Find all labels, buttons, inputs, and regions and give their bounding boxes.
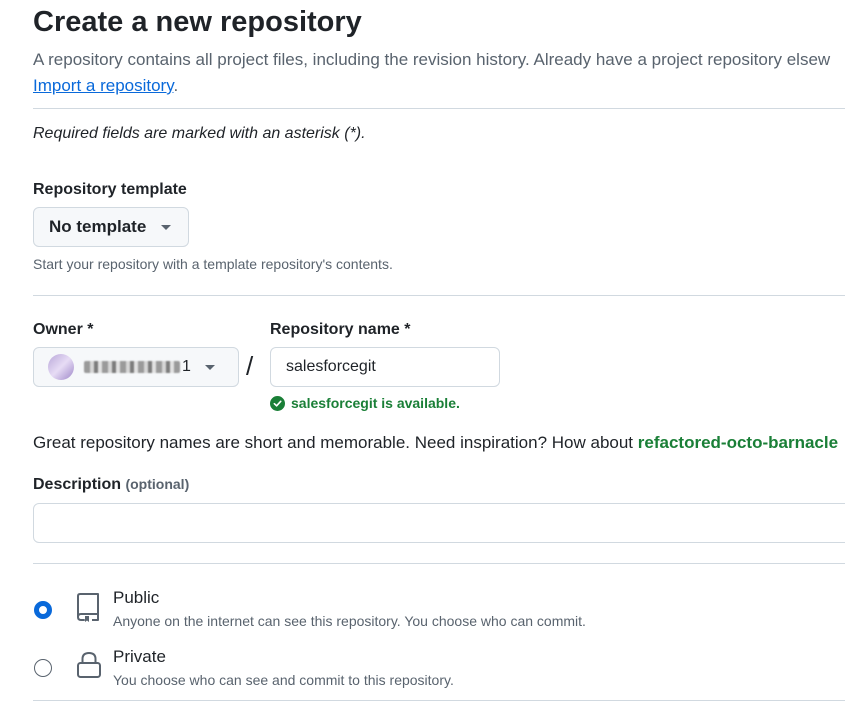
template-help: Start your repository with a template re… <box>33 256 393 272</box>
template-dropdown[interactable]: No template <box>33 207 189 247</box>
page-title: Create a new repository <box>33 6 362 38</box>
public-desc: Anyone on the internet can see this repo… <box>113 613 586 629</box>
chevron-down-icon <box>161 224 172 230</box>
divider <box>33 563 845 564</box>
chevron-down-icon <box>204 364 215 370</box>
page-subtitle: A repository contains all project files,… <box>33 50 831 69</box>
required-note: Required fields are marked with an aster… <box>33 125 366 142</box>
divider <box>33 295 845 296</box>
owner-name-redacted <box>84 361 180 373</box>
import-suffix: . <box>173 76 179 95</box>
lock-icon <box>76 651 102 684</box>
inspiration-text: Great repository names are short and mem… <box>33 433 638 452</box>
description-label: Description <box>33 476 122 493</box>
repo-name-value: salesforcegit <box>286 358 376 375</box>
owner-label: Owner * <box>33 321 94 338</box>
divider <box>33 108 845 109</box>
public-title: Public <box>113 588 160 607</box>
repo-name-label: Repository name * <box>270 321 411 338</box>
owner-name-visible: 1 <box>182 358 191 375</box>
private-radio[interactable] <box>34 659 52 677</box>
description-label-row: Description (optional) <box>33 476 189 494</box>
availability-text: salesforcegit is available. <box>291 395 460 411</box>
check-circle-icon <box>270 395 285 411</box>
import-line: Import a repository. <box>33 76 178 96</box>
private-title: Private <box>113 647 166 666</box>
template-value: No template <box>49 217 147 236</box>
public-radio[interactable] <box>34 601 52 619</box>
description-input[interactable] <box>33 503 845 543</box>
avatar <box>48 354 74 380</box>
divider <box>33 700 845 701</box>
suggested-name-link[interactable]: refactored-octo-barnacle <box>638 433 838 452</box>
inspiration-line: Great repository names are short and mem… <box>33 433 838 453</box>
availability-status: salesforcegit is available. <box>270 395 460 411</box>
import-repository-link[interactable]: Import a repository <box>33 76 173 95</box>
repo-icon <box>75 592 101 627</box>
optional-tag: (optional) <box>125 476 190 492</box>
repo-name-input[interactable]: salesforcegit <box>270 347 500 387</box>
private-desc: You choose who can see and commit to thi… <box>113 672 454 688</box>
template-label: Repository template <box>33 181 187 198</box>
owner-repo-separator: / <box>246 351 254 381</box>
owner-dropdown[interactable]: 1 <box>33 347 239 387</box>
